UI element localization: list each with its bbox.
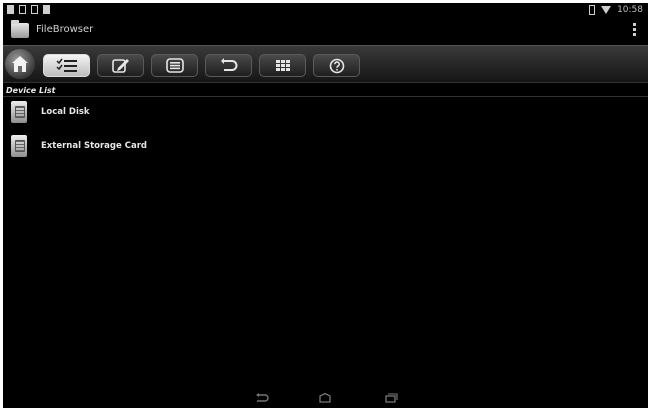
navigation-bar [3, 390, 648, 408]
list-item-external-storage[interactable]: External Storage Card [9, 135, 209, 159]
device-list-heading: Device List [6, 86, 56, 95]
grid-icon [275, 60, 290, 71]
back-icon[interactable] [255, 393, 269, 403]
edit-button[interactable] [97, 54, 144, 77]
app-title: FileBrowser [36, 24, 94, 35]
home-nav-icon[interactable] [318, 393, 332, 403]
disk-icon [11, 101, 27, 123]
folder-icon[interactable] [11, 20, 29, 38]
divider [3, 96, 648, 97]
undo-icon [220, 58, 237, 71]
list-item-label: Local Disk [41, 107, 90, 117]
edit-icon [111, 59, 129, 73]
wifi-icon [601, 6, 612, 14]
system-status: 10:58 [589, 5, 643, 15]
battery-icon [589, 5, 596, 15]
grid-view-button[interactable] [259, 54, 306, 77]
checklist-button[interactable] [43, 54, 90, 77]
list-item-label: External Storage Card [41, 141, 147, 151]
status-bar: 10:58 [3, 3, 648, 17]
sd-card-icon [11, 135, 27, 157]
recents-icon[interactable] [384, 393, 398, 403]
action-bar: FileBrowser [3, 17, 648, 45]
list-icon [165, 58, 184, 73]
usb-notification-icon [7, 5, 14, 14]
undo-button[interactable] [205, 54, 252, 77]
checklist-icon [55, 58, 77, 72]
app-screen: 10:58 FileBrowser Device List Local Disk… [3, 3, 648, 408]
notification-icons [7, 5, 50, 14]
overflow-menu-icon[interactable] [633, 23, 636, 36]
help-button[interactable] [313, 54, 360, 77]
clock: 10:58 [617, 5, 643, 15]
download-notification-icon [19, 5, 26, 14]
list-item-local-disk[interactable]: Local Disk [9, 101, 209, 125]
toolbar [3, 45, 648, 83]
home-button[interactable] [5, 49, 35, 79]
storage-notification-icon [43, 5, 50, 14]
home-icon [12, 56, 28, 72]
help-icon [329, 58, 344, 73]
list-view-button[interactable] [151, 54, 198, 77]
sd-notification-icon [31, 5, 38, 14]
